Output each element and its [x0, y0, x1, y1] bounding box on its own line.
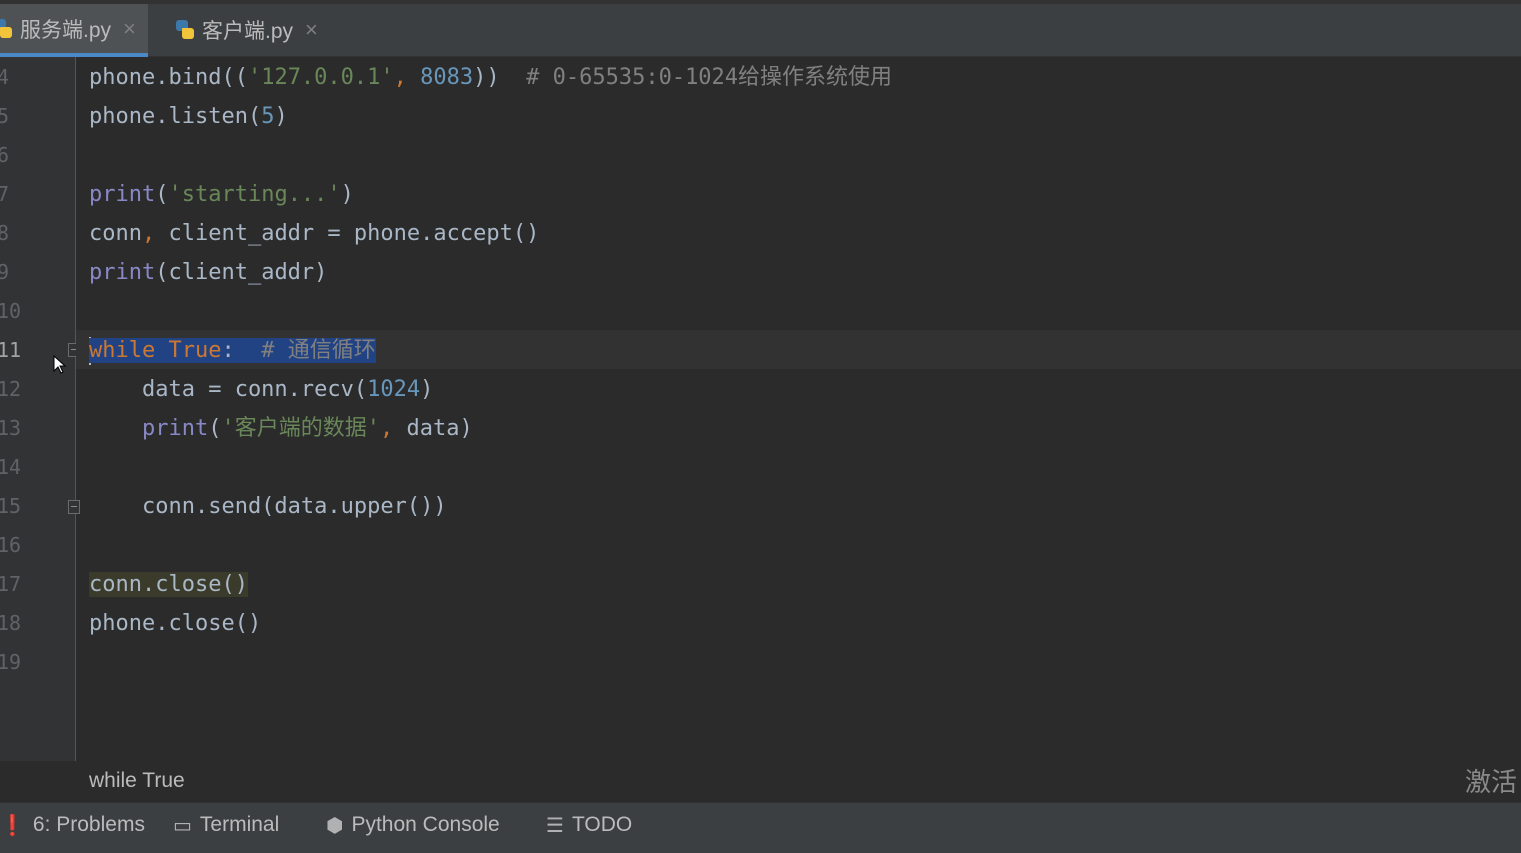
terminal-tool-button[interactable]: ▭ Terminal [173, 809, 279, 841]
close-icon[interactable]: × [123, 16, 136, 42]
code-line-selected[interactable]: while True: # 通信循环 [89, 331, 376, 370]
editor-tab-bar: 服务端.py × 客户端.py × [0, 0, 1521, 57]
problems-icon: ❗ [0, 814, 25, 837]
line-number: 7 [0, 182, 10, 206]
code-line[interactable]: phone.close() [89, 604, 261, 643]
tool-window-bar: ❗ 6: Problems ▭ Terminal ⬢ Python Consol… [0, 802, 1521, 853]
code-line[interactable]: print('客户端的数据', data) [89, 409, 473, 448]
code-breadcrumb[interactable]: while True [0, 761, 1521, 802]
python-console-tool-button[interactable]: ⬢ Python Console [326, 809, 500, 841]
line-number: 18 [0, 611, 21, 635]
fold-end-icon[interactable] [68, 500, 80, 514]
line-number: 13 [0, 416, 21, 440]
code-line[interactable]: print(client_addr) [89, 253, 327, 292]
tab-label: 客户端.py [202, 20, 294, 43]
line-number: 14 [0, 455, 21, 479]
line-number: 8 [0, 221, 10, 245]
watermark-line: 激活 [1465, 768, 1518, 798]
line-number: 17 [0, 572, 21, 596]
code-line[interactable]: print('starting...') [89, 175, 354, 214]
tool-label: 6: Problems [32, 813, 145, 836]
tab-client-py[interactable]: 客户端.py × [174, 4, 318, 56]
code-line[interactable]: conn.close() [89, 565, 248, 604]
todo-list-icon: ☰ [546, 814, 564, 837]
code-line[interactable]: phone.listen(5) [89, 97, 288, 136]
python-file-icon [0, 17, 14, 41]
close-icon[interactable]: × [305, 17, 318, 43]
todo-tool-button[interactable]: ☰ TODO [546, 809, 632, 841]
line-number: 19 [0, 650, 21, 674]
problems-tool-button[interactable]: ❗ 6: Problems [0, 809, 145, 841]
gutter-divider [75, 57, 76, 761]
line-number: 9 [0, 260, 10, 284]
terminal-icon: ▭ [173, 814, 192, 837]
line-number: 16 [0, 533, 21, 557]
line-number: 6 [0, 143, 10, 167]
line-number: 10 [0, 299, 21, 323]
line-number: 5 [0, 104, 10, 128]
status-bar [0, 847, 1521, 853]
code-line[interactable]: conn.send(data.upper()) [89, 487, 447, 526]
code-line[interactable]: conn, client_addr = phone.accept() [89, 214, 539, 253]
tool-label: TODO [571, 813, 633, 836]
usage-highlight: conn.close() [89, 572, 248, 597]
line-number: 4 [0, 65, 10, 89]
selection: while True: # 通信循环 [89, 338, 376, 363]
tab-label: 服务端.py [20, 18, 112, 42]
line-number: 12 [0, 377, 21, 401]
breadcrumb-item[interactable]: while True [89, 769, 185, 793]
mouse-pointer-icon [53, 355, 67, 374]
tool-label: Terminal [199, 813, 280, 836]
tool-label: Python Console [351, 813, 500, 836]
line-number-current: 11 [0, 338, 21, 362]
line-number: 15 [0, 494, 21, 518]
python-console-icon: ⬢ [326, 814, 344, 837]
python-file-icon [174, 18, 196, 42]
code-line[interactable]: data = conn.recv(1024) [89, 370, 433, 409]
code-line[interactable]: phone.bind(('127.0.0.1', 8083)) # 0-6553… [89, 58, 892, 97]
tab-server-py[interactable]: 服务端.py × [0, 4, 148, 57]
